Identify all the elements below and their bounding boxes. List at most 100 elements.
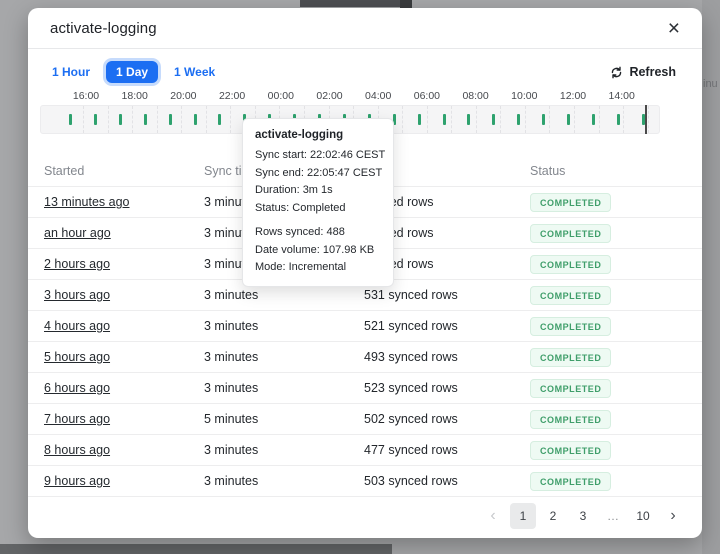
cell-started: 13 minutes ago (44, 195, 204, 209)
sync-tick[interactable] (69, 114, 72, 125)
sync-tick[interactable] (467, 114, 470, 125)
page-button-10[interactable]: 10 (630, 503, 656, 529)
hour-label: 04:00 (365, 90, 391, 102)
hour-label: 16:00 (73, 90, 99, 102)
started-link[interactable]: 2 hours ago (44, 257, 110, 271)
status-badge: COMPLETED (530, 286, 611, 305)
cell-synced-rows: 503 synced rows (364, 474, 530, 488)
table-row: 4 hours ago 3 minutes521 synced rowsCOMPL… (28, 311, 702, 342)
timeline-gridline (623, 106, 624, 133)
status-badge: COMPLETED (530, 193, 611, 212)
timeline-gridline (132, 106, 133, 133)
tooltip-line: Rows synced: 488 (255, 224, 381, 242)
timeline-gridline (451, 106, 452, 133)
refresh-label: Refresh (629, 65, 676, 79)
sync-tick[interactable] (617, 114, 620, 125)
cell-status: COMPLETED (530, 255, 686, 274)
cell-synced-rows: 531 synced rows (364, 288, 530, 302)
started-link[interactable]: 4 hours ago (44, 319, 110, 333)
header-status: Status (530, 164, 686, 178)
cell-status: COMPLETED (530, 348, 686, 367)
page-button-1[interactable]: 1 (510, 503, 536, 529)
cell-status: COMPLETED (530, 441, 686, 460)
timeline-gridline (500, 106, 501, 133)
cell-sync-time: 3 minutes (204, 443, 364, 457)
sync-tick[interactable] (194, 114, 197, 125)
modal-header: activate-logging × (28, 8, 702, 49)
background-toolbar-dark-fragment (400, 0, 412, 8)
cell-started: 8 hours ago (44, 443, 204, 457)
table-row: 5 hours ago3 minutes493 synced rowsCOMPL… (28, 342, 702, 373)
cell-sync-time: 3 minutes (204, 319, 364, 333)
hour-label: 00:00 (268, 90, 294, 102)
header-started: Started (44, 164, 204, 178)
sync-tick[interactable] (567, 114, 570, 125)
cell-started: 3 hours ago (44, 288, 204, 302)
sync-tick[interactable] (94, 114, 97, 125)
started-link[interactable]: 8 hours ago (44, 443, 110, 457)
hour-label: 20:00 (170, 90, 196, 102)
cell-started: 7 hours ago (44, 412, 204, 426)
cell-started: 5 hours ago (44, 350, 204, 364)
status-badge: COMPLETED (530, 472, 611, 491)
close-icon[interactable]: × (668, 18, 680, 39)
timeline-gridline (206, 106, 207, 133)
tooltip-line: Duration: 3m 1s (255, 182, 381, 200)
tooltip-line: Sync start: 22:02:46 CEST (255, 147, 381, 165)
started-link[interactable]: 7 hours ago (44, 412, 110, 426)
time-range-1-day[interactable]: 1 Day (106, 61, 158, 83)
page-button-3[interactable]: 3 (570, 503, 596, 529)
page-next-button[interactable]: › (660, 503, 686, 529)
sync-tick[interactable] (517, 114, 520, 125)
cell-status: COMPLETED (530, 410, 686, 429)
timeline-gridline (427, 106, 428, 133)
sync-tick[interactable] (492, 114, 495, 125)
timeline-gridline (181, 106, 182, 133)
cell-synced-rows: 521 synced rows (364, 319, 530, 333)
started-link[interactable]: 3 hours ago (44, 288, 110, 302)
hour-label: 14:00 (609, 90, 635, 102)
sync-history-modal: activate-logging × 1 Hour 1 Day 1 Week Ref… (28, 8, 702, 538)
hour-label: 10:00 (511, 90, 537, 102)
started-link[interactable]: 6 hours ago (44, 381, 110, 395)
refresh-button[interactable]: Refresh (604, 64, 682, 80)
refresh-icon (610, 66, 623, 79)
cell-started: 2 hours ago (44, 257, 204, 271)
sync-tick[interactable] (443, 114, 446, 125)
tooltip-line: Sync end: 22:05:47 CEST (255, 165, 381, 183)
table-row: 6 hours ago3 minutes523 synced rowsCOMPL… (28, 373, 702, 404)
cell-sync-time: 3 minutes (204, 350, 364, 364)
hour-label: 18:00 (122, 90, 148, 102)
timeline-gridline (108, 106, 109, 133)
page-button-2[interactable]: 2 (540, 503, 566, 529)
cell-started: an hour ago (44, 226, 204, 240)
sync-tick[interactable] (119, 114, 122, 125)
background-text-fragment: inu (703, 78, 718, 90)
sync-tick[interactable] (542, 114, 545, 125)
hour-label: 08:00 (462, 90, 488, 102)
cell-status: COMPLETED (530, 317, 686, 336)
status-badge: COMPLETED (530, 441, 611, 460)
sync-tick[interactable] (144, 114, 147, 125)
sync-tick[interactable] (418, 114, 421, 125)
cell-status: COMPLETED (530, 472, 686, 491)
started-link[interactable]: an hour ago (44, 226, 111, 240)
started-link[interactable]: 5 hours ago (44, 350, 110, 364)
started-link[interactable]: 9 hours ago (44, 474, 110, 488)
time-range-1-week[interactable]: 1 Week (174, 65, 215, 79)
timeline-gridline (230, 106, 231, 133)
cell-started: 4 hours ago (44, 319, 204, 333)
sync-tick[interactable] (592, 114, 595, 125)
hour-label: 12:00 (560, 90, 586, 102)
cell-status: COMPLETED (530, 193, 686, 212)
sync-tick[interactable] (169, 114, 172, 125)
background-toolbar-fragment (300, 0, 412, 7)
sync-tick[interactable] (218, 114, 221, 125)
page-prev-button[interactable]: ‹ (480, 503, 506, 529)
cell-sync-time: 3 minutes (204, 474, 364, 488)
time-range-1-hour[interactable]: 1 Hour (52, 65, 90, 79)
status-badge: COMPLETED (530, 410, 611, 429)
timeline-gridline (83, 106, 84, 133)
started-link[interactable]: 13 minutes ago (44, 195, 129, 209)
cell-status: COMPLETED (530, 379, 686, 398)
